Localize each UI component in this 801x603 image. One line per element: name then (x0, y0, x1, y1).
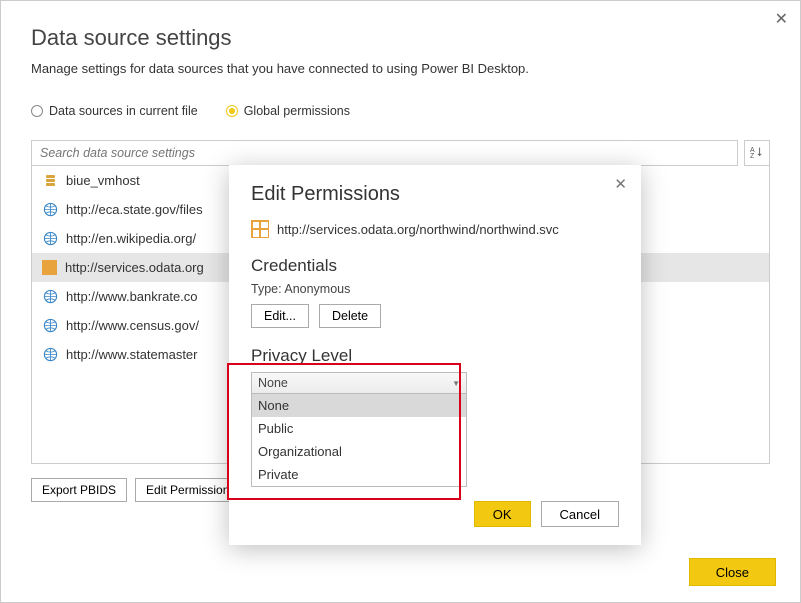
radio-global-permissions[interactable]: Global permissions (226, 104, 350, 118)
sort-button[interactable]: AZ (744, 140, 770, 166)
database-icon (42, 173, 58, 189)
radio-current-file-label: Data sources in current file (49, 104, 198, 118)
privacy-option-private[interactable]: Private (252, 463, 466, 486)
odata-icon (42, 260, 57, 275)
radio-dot-unselected (31, 105, 43, 117)
credentials-delete-button[interactable]: Delete (319, 304, 381, 328)
credentials-type: Type: Anonymous (251, 282, 619, 296)
modal-source-url: http://services.odata.org/northwind/nort… (277, 222, 559, 237)
dialog-subtitle: Manage settings for data sources that yo… (31, 61, 770, 76)
modal-source-row: http://services.odata.org/northwind/nort… (251, 220, 619, 238)
chevron-down-icon: ▼ (452, 379, 460, 388)
list-item-label: http://www.census.gov/ (66, 318, 199, 333)
privacy-level-selected: None (258, 376, 288, 390)
sort-icon: AZ (750, 145, 764, 162)
privacy-level-heading: Privacy Level (251, 346, 619, 366)
search-input[interactable] (31, 140, 738, 166)
credentials-edit-button[interactable]: Edit... (251, 304, 309, 328)
odata-icon (251, 220, 269, 238)
radio-dot-selected (226, 105, 238, 117)
list-item-label: http://services.odata.org (65, 260, 204, 275)
list-item-label: http://www.statemaster (66, 347, 198, 362)
list-item-label: http://www.bankrate.co (66, 289, 198, 304)
edit-permissions-modal: ✕ Edit Permissions http://services.odata… (229, 165, 641, 545)
radio-current-file[interactable]: Data sources in current file (31, 104, 198, 118)
modal-close-icon[interactable]: ✕ (614, 175, 627, 193)
radio-global-label: Global permissions (244, 104, 350, 118)
scope-radio-group: Data sources in current file Global perm… (31, 104, 770, 118)
privacy-option-public[interactable]: Public (252, 417, 466, 440)
globe-icon (42, 318, 58, 334)
privacy-option-organizational[interactable]: Organizational (252, 440, 466, 463)
credentials-heading: Credentials (251, 256, 619, 276)
privacy-level-dropdown: None Public Organizational Private (251, 394, 467, 487)
globe-icon (42, 231, 58, 247)
list-item-label: http://en.wikipedia.org/ (66, 231, 196, 246)
privacy-level-combo[interactable]: None ▼ (251, 372, 467, 394)
list-item-label: biue_vmhost (66, 173, 140, 188)
privacy-option-none[interactable]: None (252, 394, 466, 417)
dialog-footer: Close (689, 558, 776, 586)
window-close-icon[interactable]: ✕ (775, 9, 788, 29)
svg-text:Z: Z (750, 153, 755, 159)
globe-icon (42, 202, 58, 218)
dialog-title: Data source settings (31, 25, 770, 51)
globe-icon (42, 289, 58, 305)
globe-icon (42, 347, 58, 363)
list-item-label: http://eca.state.gov/files (66, 202, 203, 217)
export-pbids-button[interactable]: Export PBIDS (31, 478, 127, 502)
modal-ok-button[interactable]: OK (474, 501, 531, 527)
modal-cancel-button[interactable]: Cancel (541, 501, 619, 527)
close-button[interactable]: Close (689, 558, 776, 586)
modal-title: Edit Permissions (251, 183, 619, 206)
